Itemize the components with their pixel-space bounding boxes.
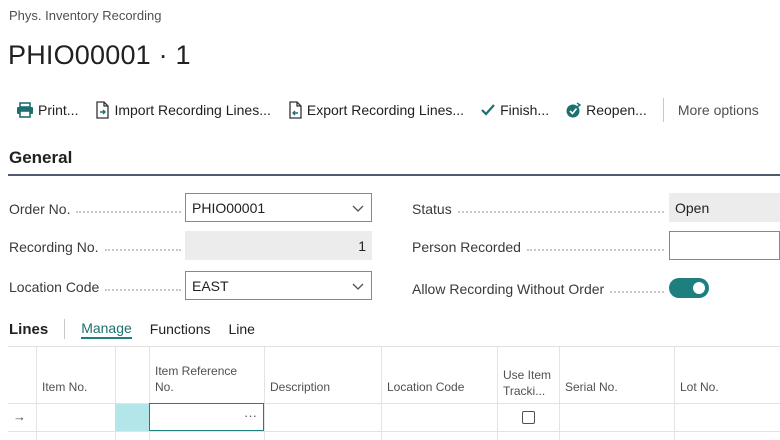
recording-no-label: Recording No.: [9, 237, 181, 257]
checkmark-icon: [481, 104, 495, 116]
item-reference-no-input[interactable]: ···: [149, 403, 264, 431]
lines-title: Lines: [9, 320, 49, 338]
chevron-down-icon[interactable]: [351, 279, 365, 293]
column-header-serial-no[interactable]: Serial No.: [559, 347, 674, 404]
page-title: PHIO00001 · 1: [8, 40, 191, 70]
current-row-arrow-icon: →: [13, 409, 26, 424]
status-label: Status: [412, 199, 664, 219]
section-divider: [8, 174, 780, 176]
chevron-down-icon[interactable]: [351, 201, 365, 215]
location-code-value: EAST: [192, 277, 229, 294]
import-label: Import Recording Lines...: [114, 102, 271, 118]
import-doc-icon: [96, 101, 110, 119]
column-header-use-item-tracking[interactable]: Use Item Tracki...: [497, 347, 559, 404]
person-recorded-field[interactable]: [669, 231, 780, 260]
column-header-lot-no[interactable]: Lot No.: [674, 347, 780, 404]
order-no-label-text: Order No.: [9, 201, 71, 217]
finish-label: Finish...: [500, 102, 550, 118]
use-item-tracking-checkbox[interactable]: [522, 411, 535, 424]
print-label: Print...: [38, 102, 79, 118]
more-options-button[interactable]: More options: [678, 102, 759, 118]
tab-manage[interactable]: Manage: [81, 320, 132, 339]
status-value: Open: [675, 199, 710, 216]
tab-functions[interactable]: Functions: [150, 321, 211, 337]
action-bar: Print... Import Recording Lines... Expor…: [16, 96, 775, 124]
export-label: Export Recording Lines...: [306, 102, 465, 118]
finish-button[interactable]: Finish...: [480, 102, 549, 118]
label-dots: [526, 249, 664, 251]
grid-row-line: [8, 431, 780, 432]
export-recording-lines-button[interactable]: Export Recording Lines...: [287, 101, 464, 119]
order-no-field[interactable]: PHIO00001: [185, 193, 372, 222]
reopen-button[interactable]: Reopen...: [565, 101, 647, 119]
column-header-location-code[interactable]: Location Code: [381, 347, 497, 404]
action-separator: [662, 98, 664, 122]
allow-recording-label-text: Allow Recording Without Order: [412, 281, 605, 297]
status-label-text: Status: [412, 201, 452, 217]
column-header-item-no[interactable]: Item No.: [36, 347, 115, 404]
label-dots: [76, 211, 181, 213]
column-header-item-reference-no[interactable]: Item Reference No.: [149, 347, 249, 404]
order-no-value: PHIO00001: [192, 199, 266, 216]
order-no-label: Order No.: [9, 199, 181, 219]
column-header-description[interactable]: Description: [264, 347, 381, 404]
selected-cell[interactable]: [115, 404, 149, 431]
reopen-label: Reopen...: [586, 102, 647, 118]
recording-no-label-text: Recording No.: [9, 239, 99, 255]
export-doc-icon: [289, 101, 302, 119]
print-button[interactable]: Print...: [16, 102, 78, 118]
recording-no-value: 1: [358, 237, 366, 254]
allow-recording-without-order-label: Allow Recording Without Order: [412, 279, 664, 299]
lines-grid: Item No. Item Reference No. Description …: [8, 347, 780, 440]
location-code-label-text: Location Code: [9, 279, 100, 295]
status-field: Open: [669, 193, 780, 222]
location-code-label: Location Code: [9, 277, 181, 297]
section-title-general: General: [9, 148, 73, 167]
toggle-knob: [693, 282, 705, 294]
person-recorded-label: Person Recorded: [412, 237, 664, 257]
lines-toolbar: Lines Manage Functions Line: [9, 318, 273, 340]
person-recorded-label-text: Person Recorded: [412, 239, 521, 255]
recording-no-field: 1: [185, 231, 372, 260]
import-recording-lines-button[interactable]: Import Recording Lines...: [94, 101, 271, 119]
printer-icon: [17, 102, 33, 118]
label-dots: [457, 211, 664, 213]
tab-line[interactable]: Line: [228, 321, 254, 337]
location-code-field[interactable]: EAST: [185, 271, 372, 300]
lines-separator: [64, 319, 66, 339]
allow-recording-without-order-toggle[interactable]: [669, 278, 709, 298]
label-dots: [105, 289, 181, 291]
label-dots: [104, 249, 181, 251]
reopen-icon: [566, 101, 582, 117]
lookup-ellipsis-icon[interactable]: ···: [244, 408, 257, 423]
label-dots: [610, 291, 664, 293]
breadcrumb: Phys. Inventory Recording: [9, 8, 162, 23]
